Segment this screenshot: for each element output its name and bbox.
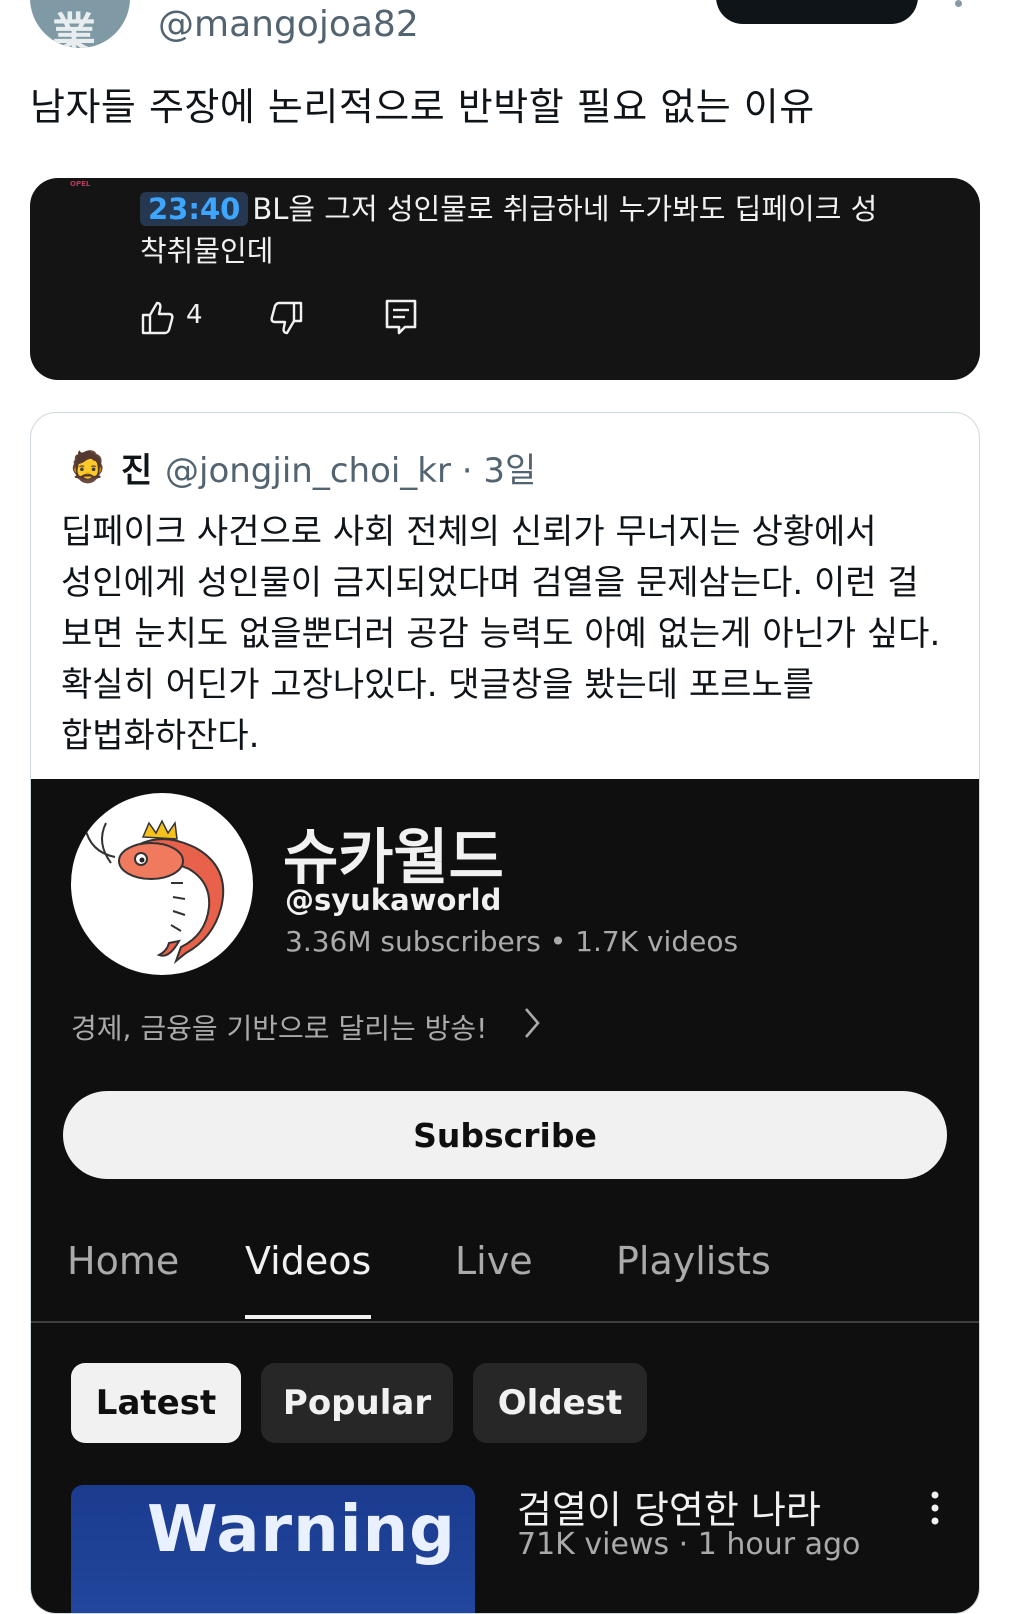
quoted-text-line: 성인에게 성인물이 금지되었다며 검열을 문제삼는다. 이런 걸 <box>61 563 919 603</box>
youtube-channel-screenshot: 슈카월드 @syukaworld 3.36M subscribers • 1.7… <box>31 779 979 1613</box>
quoted-tweet-text: 딥페이크 사건으로 사회 전체의 신뢰가 무너지는 상황에서 성인에게 성인물이… <box>61 507 961 762</box>
video-title[interactable]: 검열이 당연한 나라 <box>517 1479 821 1534</box>
tab-live[interactable]: Live <box>455 1239 533 1283</box>
shrimp-logo-icon <box>84 819 225 964</box>
chip-popular[interactable]: Popular <box>261 1363 453 1443</box>
channel-stats: 3.36M subscribers • 1.7K videos <box>285 925 739 958</box>
channel-description[interactable]: 경제, 금융을 기반으로 달리는 방송! <box>71 1007 487 1047</box>
follow-button[interactable] <box>716 0 918 24</box>
channel-avatar[interactable] <box>71 793 253 975</box>
comment-text-line2: 착취물인데 <box>140 234 274 268</box>
quoted-tweet[interactable]: 🧔 진 @jongjin_choi_kr · 3일 딥페이크 사건으로 사회 전… <box>30 412 980 1614</box>
video-thumbnail[interactable]: Warning <box>71 1485 475 1613</box>
quoted-text-line: 딥페이크 사건으로 사회 전체의 신뢰가 무너지는 상황에서 <box>61 512 877 552</box>
comment-text-line1: 23:40 BL을 그저 성인물로 취급하네 누가봐도 딥페이크 성 <box>140 186 877 228</box>
quoted-author-name[interactable]: 진 <box>121 443 152 492</box>
reply-icon[interactable] <box>384 298 418 336</box>
author-handle[interactable]: @mangojoa82 <box>158 4 419 45</box>
active-tab-indicator <box>245 1315 371 1319</box>
comment-text: BL을 그저 성인물로 취급하네 누가봐도 딥페이크 성 <box>252 192 878 226</box>
author-avatar[interactable]: 業 <box>30 0 130 48</box>
comment-timestamp-link[interactable]: 23:40 <box>140 192 249 226</box>
quoted-text-line: 보면 눈치도 없을뿐더러 공감 능력도 아예 없는게 아닌가 싶다. <box>61 614 941 654</box>
quoted-author-avatar[interactable]: 🧔 <box>69 451 106 485</box>
like-icon[interactable] <box>140 300 176 336</box>
tab-home[interactable]: Home <box>67 1239 179 1283</box>
comment-screenshot: OPEL 23:40 BL을 그저 성인물로 취급하네 누가봐도 딥페이크 성 착… <box>30 178 980 380</box>
channel-tabs: Home Videos Live Playlists <box>31 1239 979 1321</box>
chevron-right-icon[interactable] <box>521 1005 543 1041</box>
kebab-menu-icon[interactable] <box>931 1491 939 1525</box>
quoted-text-line: 확실히 어딘가 고장나있다. 댓글창을 봤는데 포르노를 <box>61 665 815 705</box>
video-meta: 71K views · 1 hour ago <box>517 1527 861 1562</box>
like-count: 4 <box>186 300 203 330</box>
tabs-divider <box>31 1321 979 1323</box>
tweet-text: 남자들 주장에 논리적으로 반박할 필요 없는 이유 <box>30 85 815 129</box>
tab-playlists[interactable]: Playlists <box>616 1239 771 1283</box>
dislike-icon[interactable] <box>268 300 304 336</box>
channel-handle: @syukaworld <box>285 883 502 917</box>
tab-videos[interactable]: Videos <box>245 1239 371 1283</box>
commenter-avatar-logo: OPEL <box>70 180 91 188</box>
more-options-icon[interactable] <box>955 0 962 7</box>
chip-oldest[interactable]: Oldest <box>473 1363 647 1443</box>
quoted-author-handle[interactable]: @jongjin_choi_kr · 3일 <box>165 443 536 492</box>
subscribe-button[interactable]: Subscribe <box>63 1091 947 1179</box>
chip-latest[interactable]: Latest <box>71 1363 241 1443</box>
quoted-text-line: 합법화하잔다. <box>61 716 260 756</box>
thumbnail-text: Warning <box>147 1493 456 1567</box>
